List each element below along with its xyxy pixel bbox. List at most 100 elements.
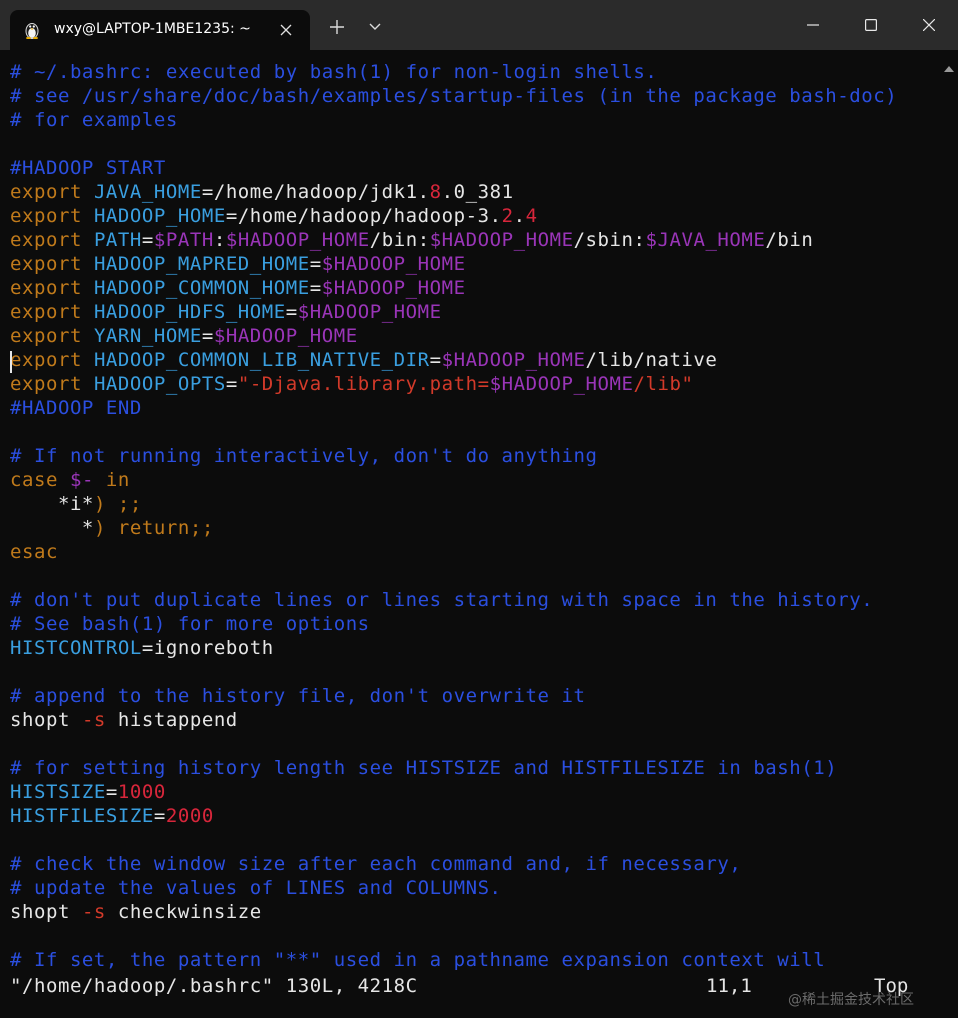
code-token: $PATH <box>153 229 214 251</box>
code-line: # see /usr/share/doc/bash/examples/start… <box>10 84 897 108</box>
scrollbar[interactable] <box>940 50 958 1018</box>
code-line: # If set, the pattern "**" used in a pat… <box>10 948 825 972</box>
watermark: @稀土掘金技术社区 <box>788 992 914 1008</box>
code-token: HADOOP_OPTS <box>93 373 226 395</box>
code-token: # update the values of LINES and COLUMNS… <box>10 877 502 899</box>
code-line: HISTCONTROL=ignoreboth <box>10 636 274 660</box>
code-line: #HADOOP START <box>10 156 166 180</box>
code-token: HADOOP_COMMON_LIB_NATIVE_DIR <box>93 349 430 371</box>
code-line: export PATH=$PATH:$HADOOP_HOME/bin:$HADO… <box>10 228 813 252</box>
text-cursor <box>10 351 12 373</box>
code-token: = <box>285 301 298 323</box>
status-cursor-position: 11,1 <box>706 975 752 997</box>
code-token: *i* <box>10 493 94 515</box>
code-token: HISTCONTROL <box>10 637 142 659</box>
terminal-window: wxy@LAPTOP-1MBE1235: ~ # ~/.bashrc: exec… <box>0 0 958 1018</box>
code-token: HISTSIZE <box>10 781 106 803</box>
close-icon[interactable] <box>276 20 296 40</box>
maximize-icon[interactable] <box>842 0 900 50</box>
code-token: = <box>141 229 154 251</box>
code-token: $HADOOP_HOME <box>213 325 358 347</box>
code-token: =ignoreboth <box>141 637 274 659</box>
code-token: "-Djava.library.path= <box>237 373 490 395</box>
code-line: # append to the history file, don't over… <box>10 684 585 708</box>
code-token: esac <box>10 541 58 563</box>
code-token: JAVA_HOME <box>93 181 202 203</box>
code-token: = <box>105 781 118 803</box>
code-token: $HADOOP_HOME <box>429 229 574 251</box>
code-token: $HADOOP_HOME <box>441 349 586 371</box>
code-line: export HADOOP_COMMON_LIB_NATIVE_DIR=$HAD… <box>10 348 717 372</box>
code-token: #HADOOP START <box>10 157 166 179</box>
code-token: export <box>10 205 94 227</box>
code-token: = <box>153 805 166 827</box>
code-line: export HADOOP_HOME=/home/hadoop/hadoop-3… <box>10 204 538 228</box>
code-token: export <box>10 181 94 203</box>
code-token: shopt <box>10 901 82 923</box>
code-line: export JAVA_HOME=/home/hadoop/jdk1.8.0_3… <box>10 180 514 204</box>
code-token: -s <box>81 709 106 731</box>
code-line: # update the values of LINES and COLUMNS… <box>10 876 502 900</box>
terminal-content[interactable]: # ~/.bashrc: executed by bash(1) for non… <box>0 50 938 1018</box>
code-line: export YARN_HOME=$HADOOP_HOME <box>10 324 358 348</box>
code-token: ) ;; <box>93 493 142 515</box>
scroll-up-arrow-icon[interactable] <box>944 58 954 72</box>
code-token: -s <box>81 901 106 923</box>
code-token: /bin <box>765 229 814 251</box>
title-bar: wxy@LAPTOP-1MBE1235: ~ <box>0 0 958 50</box>
terminal-tab[interactable]: wxy@LAPTOP-1MBE1235: ~ <box>10 10 310 50</box>
code-token: PATH <box>93 229 142 251</box>
code-token: # see /usr/share/doc/bash/examples/start… <box>10 85 898 107</box>
close-window-icon[interactable] <box>900 0 958 50</box>
code-token: $HADOOP_HOME <box>297 301 442 323</box>
code-line: #HADOOP END <box>10 396 142 420</box>
code-line: shopt -s histappend <box>10 708 238 732</box>
code-token: /bin: <box>369 229 430 251</box>
minimize-icon[interactable] <box>784 0 842 50</box>
code-token: $- <box>69 469 94 491</box>
code-line: esac <box>10 540 58 564</box>
code-token: $JAVA_HOME <box>645 229 766 251</box>
code-line: export HADOOP_OPTS="-Djava.library.path=… <box>10 372 693 396</box>
code-token: # If not running interactively, don't do… <box>10 445 598 467</box>
code-line: # for setting history length see HISTSIZ… <box>10 756 837 780</box>
code-token: histappend <box>105 709 238 731</box>
code-token: $HADOOP_HOME <box>489 373 634 395</box>
code-token: export <box>10 277 94 299</box>
code-line: # for examples <box>10 108 178 132</box>
code-token: =/home/hadoop/jdk1. <box>201 181 430 203</box>
code-line: *) return;; <box>10 516 214 540</box>
code-token: # If set, the pattern "**" used in a pat… <box>10 949 826 971</box>
code-token: export <box>10 349 94 371</box>
code-token: # append to the history file, don't over… <box>10 685 586 707</box>
code-token: $HADOOP_HOME <box>225 229 370 251</box>
code-token: 8 <box>429 181 442 203</box>
code-token: = <box>309 277 322 299</box>
code-line: # check the window size after each comma… <box>10 852 741 876</box>
code-token: .0_381 <box>441 181 514 203</box>
code-token: # check the window size after each comma… <box>10 853 742 875</box>
code-token: HISTFILESIZE <box>10 805 154 827</box>
code-line: export HADOOP_MAPRED_HOME=$HADOOP_HOME <box>10 252 466 276</box>
code-line: # ~/.bashrc: executed by bash(1) for non… <box>10 60 657 84</box>
code-token: 4 <box>525 205 538 227</box>
code-token: $HADOOP_HOME <box>321 253 466 275</box>
code-token: 1000 <box>117 781 166 803</box>
code-token: /sbin: <box>573 229 646 251</box>
code-token: #HADOOP END <box>10 397 142 419</box>
code-token: HADOOP_HOME <box>93 205 226 227</box>
code-token: = <box>225 373 238 395</box>
status-file-info: "/home/hadoop/.bashrc" 130L, 4218C <box>10 975 418 997</box>
chevron-down-icon[interactable] <box>362 14 388 40</box>
code-line: HISTFILESIZE=2000 <box>10 804 214 828</box>
code-token: = <box>429 349 442 371</box>
plus-icon[interactable] <box>324 14 350 40</box>
code-token: # ~/.bashrc: executed by bash(1) for non… <box>10 61 658 83</box>
code-token: HADOOP_HDFS_HOME <box>93 301 286 323</box>
code-token: HADOOP_COMMON_HOME <box>93 277 310 299</box>
code-token: # See bash(1) for more options <box>10 613 370 635</box>
code-token: shopt <box>10 709 82 731</box>
code-token: export <box>10 253 94 275</box>
code-line: export HADOOP_COMMON_HOME=$HADOOP_HOME <box>10 276 466 300</box>
linux-penguin-icon <box>24 21 40 39</box>
